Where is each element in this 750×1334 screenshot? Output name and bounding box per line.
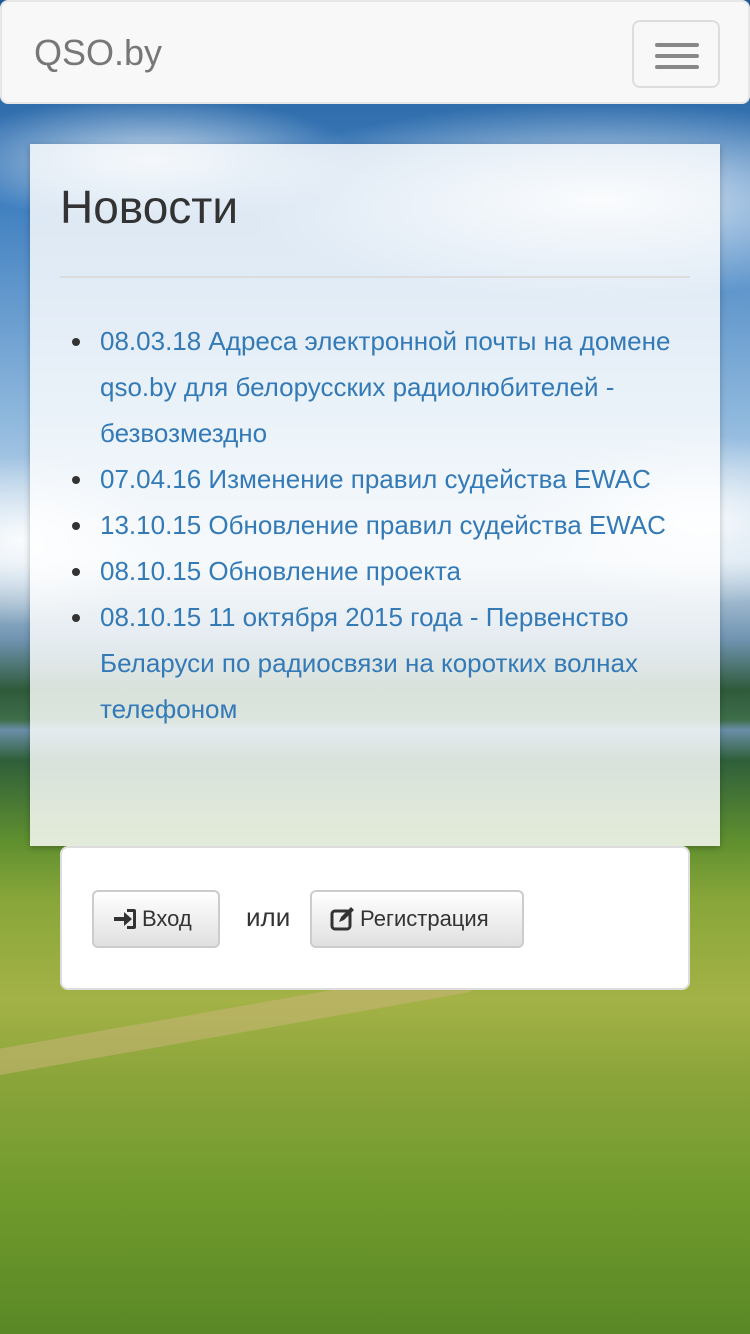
edit-icon (330, 907, 354, 931)
login-button[interactable]: Вход (92, 890, 220, 948)
login-label: Вход (142, 906, 192, 931)
hamburger-menu-icon (655, 43, 699, 47)
sign-in-icon (114, 909, 136, 929)
news-link[interactable]: 08.10.15 11 октября 2015 года - Первенст… (100, 602, 638, 724)
news-title: Новости (60, 181, 239, 233)
news-link[interactable]: 08.03.18 Адреса электронной почты на дом… (100, 326, 670, 448)
navbar: QSO.by (0, 0, 750, 104)
hamburger-menu-icon (655, 54, 699, 58)
news-link[interactable]: 13.10.15 Обновление правил судейства EWA… (100, 510, 666, 540)
news-link[interactable]: 07.04.16 Изменение правил судейства EWAC (100, 464, 651, 494)
news-item: 08.10.15 Обновление проекта (60, 548, 700, 594)
news-divider (60, 276, 690, 278)
register-button[interactable]: Регистрация (310, 890, 524, 948)
news-item: 07.04.16 Изменение правил судейства EWAC (60, 456, 700, 502)
brand-link[interactable]: QSO.by (34, 32, 162, 74)
news-list: 08.03.18 Адреса электронной почты на дом… (60, 318, 700, 732)
or-text: или (246, 902, 291, 932)
news-link[interactable]: 08.10.15 Обновление проекта (100, 556, 461, 586)
news-item: 08.10.15 11 октября 2015 года - Первенст… (60, 594, 700, 732)
register-label: Регистрация (360, 906, 489, 931)
news-item: 13.10.15 Обновление правил судейства EWA… (60, 502, 700, 548)
menu-toggle-button[interactable] (632, 20, 720, 88)
hamburger-menu-icon (655, 65, 699, 69)
auth-panel: Вход или Регистрация (60, 846, 690, 990)
news-item: 08.03.18 Адреса электронной почты на дом… (60, 318, 700, 456)
